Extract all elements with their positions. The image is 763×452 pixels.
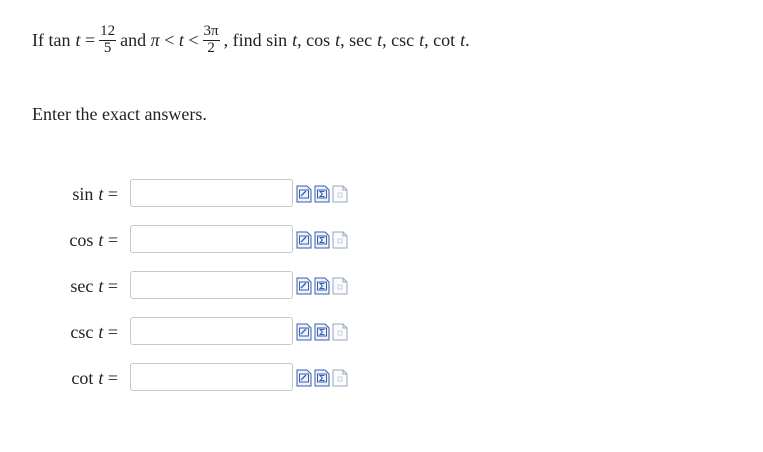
edit-math-icon[interactable]: [296, 185, 312, 203]
sigma-icon[interactable]: [314, 277, 330, 295]
answer-tools-sec: [296, 277, 348, 295]
target-sec: sec t,: [349, 29, 387, 50]
pi-symbol: π: [150, 29, 160, 50]
question-prefix: If: [32, 29, 44, 50]
fraction-numerator: 12: [99, 22, 117, 41]
edit-math-icon[interactable]: [296, 231, 312, 249]
answer-tools-cot: [296, 369, 348, 387]
question-text: If tan t = 12 5 and π < t < 3π 2 , find s…: [32, 20, 470, 60]
fraction-numerator-2: 3π: [202, 22, 220, 41]
edit-math-icon[interactable]: [296, 369, 312, 387]
fraction-three-pi-halves: 3π 2: [202, 22, 220, 57]
var-t: t: [75, 29, 81, 50]
edit-math-icon[interactable]: [296, 323, 312, 341]
answer-row-cot: cot t =: [0, 363, 763, 397]
tan-fn: tan: [48, 29, 71, 50]
target-cot: cot t.: [433, 29, 470, 50]
answer-tools-csc: [296, 323, 348, 341]
var-t-2: t: [178, 29, 184, 50]
file-icon[interactable]: [332, 185, 348, 203]
sigma-icon[interactable]: [314, 369, 330, 387]
file-icon[interactable]: [332, 323, 348, 341]
comma: ,: [223, 29, 229, 50]
sec-answer-input[interactable]: [130, 271, 293, 299]
cot-answer-input[interactable]: [130, 363, 293, 391]
instructions-text: Enter the exact answers.: [32, 104, 207, 124]
less-than-2: <: [188, 29, 199, 50]
target-sin: sin t,: [266, 29, 302, 50]
answer-row-cos: cos t =: [0, 225, 763, 259]
answer-label-sec: sec t =: [70, 276, 118, 296]
find-word: find: [232, 29, 262, 50]
answer-label-cot: cot t =: [71, 368, 118, 388]
file-icon[interactable]: [332, 277, 348, 295]
answer-row-sec: sec t =: [0, 271, 763, 305]
and-word: and: [120, 29, 147, 50]
answer-tools-sin: [296, 185, 348, 203]
file-icon[interactable]: [332, 231, 348, 249]
sin-answer-input[interactable]: [130, 179, 293, 207]
file-icon[interactable]: [332, 369, 348, 387]
less-than-1: <: [164, 29, 175, 50]
answer-label-csc: csc t =: [70, 322, 118, 342]
sigma-icon[interactable]: [314, 323, 330, 341]
answer-row-csc: csc t =: [0, 317, 763, 351]
fraction-denominator-2: 2: [207, 39, 215, 56]
fraction-denominator: 5: [103, 39, 112, 56]
answer-label-cos: cos t =: [69, 230, 118, 250]
sigma-icon[interactable]: [314, 231, 330, 249]
target-csc: csc t,: [391, 29, 429, 50]
target-cos: cos t,: [306, 29, 345, 50]
answer-row-sin: sin t =: [0, 179, 763, 213]
sigma-icon[interactable]: [314, 185, 330, 203]
csc-answer-input[interactable]: [130, 317, 293, 345]
equals-sign: =: [85, 29, 96, 50]
edit-math-icon[interactable]: [296, 277, 312, 295]
answer-tools-cos: [296, 231, 348, 249]
fraction-twelve-fifths: 12 5: [99, 22, 117, 57]
answer-label-sin: sin t =: [72, 184, 118, 204]
cos-answer-input[interactable]: [130, 225, 293, 253]
